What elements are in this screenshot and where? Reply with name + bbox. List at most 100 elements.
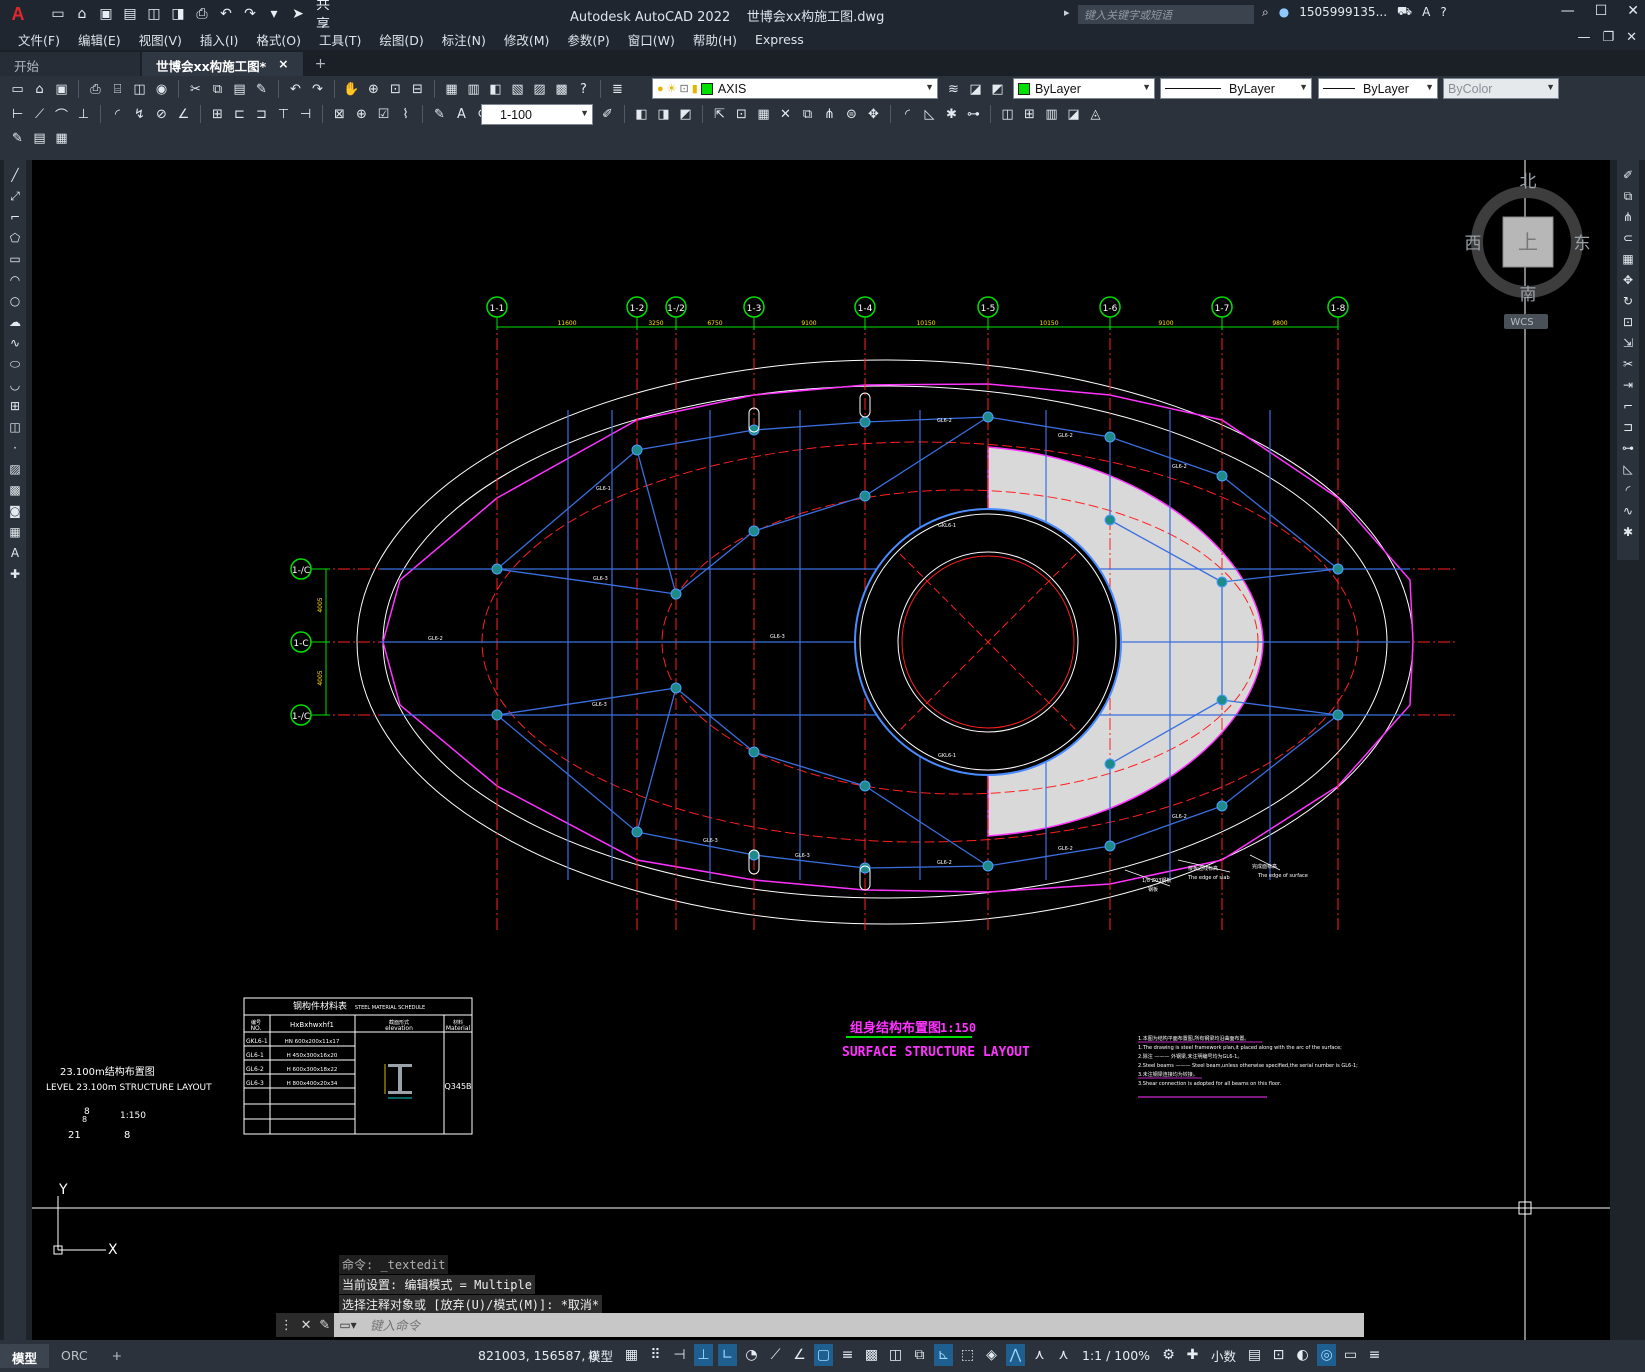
help-search-input[interactable]: 键入关键字或短语 xyxy=(1078,5,1254,24)
trim-icon[interactable]: ✂ xyxy=(1619,355,1637,373)
minimize-icon[interactable]: — xyxy=(1561,3,1575,19)
plot-icon[interactable]: ⎙ xyxy=(86,80,105,99)
add-selected-icon[interactable]: ✚ xyxy=(6,565,24,583)
save-icon[interactable]: ▣ xyxy=(52,80,71,99)
save-as-icon[interactable]: ▤ xyxy=(120,4,140,24)
menu-insert[interactable]: 插入(I) xyxy=(200,30,238,49)
linear-dim-icon[interactable]: ⊢ xyxy=(8,105,27,124)
paste-icon[interactable]: ▤ xyxy=(230,80,249,99)
mirror-icon[interactable]: ⋔ xyxy=(820,105,839,124)
share-label[interactable]: 共享 xyxy=(316,0,336,33)
tab-layout-orc[interactable]: ORC xyxy=(49,1344,100,1368)
user-account[interactable]: 1505999135... xyxy=(1299,5,1387,19)
diameter-dim-icon[interactable]: ⊘ xyxy=(152,105,171,124)
compass-north[interactable]: 北 xyxy=(1520,172,1537,192)
match-prop-icon[interactable]: ✎ xyxy=(252,80,271,99)
line-icon[interactable]: ╱ xyxy=(6,166,24,184)
xline-icon[interactable]: ⤢ xyxy=(6,187,24,205)
join-icon[interactable]: ⊶ xyxy=(1619,439,1637,457)
draworder-front-icon[interactable]: ◧ xyxy=(632,105,651,124)
erase-icon[interactable]: ✐ xyxy=(1619,166,1637,184)
tab-drawing[interactable]: 世博会xx构施工图* × xyxy=(142,52,303,76)
cart-icon[interactable]: ⛟ xyxy=(1397,4,1412,20)
command-prompt-icon[interactable]: ▭▾ xyxy=(334,1316,362,1334)
compass-west[interactable]: 西 xyxy=(1465,234,1482,254)
gradient-icon[interactable]: ▩ xyxy=(6,481,24,499)
break-point-icon[interactable]: ⌐ xyxy=(1619,397,1637,415)
zoom-realtime-icon[interactable]: ⊕ xyxy=(364,80,383,99)
redo-icon[interactable]: ↷ xyxy=(308,80,327,99)
menu-window[interactable]: 窗口(W) xyxy=(628,30,675,49)
layer-dropdown[interactable]: ● ☀ ⊡ ▮ AXIS ▼ xyxy=(652,78,938,99)
lineweight-dropdown[interactable]: ByLayer ▼ xyxy=(1318,78,1438,99)
zoom-previous-icon[interactable]: ⊟ xyxy=(408,80,427,99)
grid-icon[interactable]: ▦ xyxy=(622,1344,641,1366)
publish-3d-icon[interactable]: ◉ xyxy=(152,80,171,99)
jogged-dim-icon[interactable]: ↯ xyxy=(130,105,149,124)
search-expand-icon[interactable]: ▸ xyxy=(1064,6,1070,19)
model-space-toggle[interactable]: 模型 xyxy=(584,1344,617,1366)
compass-south[interactable]: 南 xyxy=(1520,285,1537,305)
snap-icon[interactable]: ⠿ xyxy=(646,1344,665,1366)
fillet-icon[interactable]: ◜ xyxy=(898,105,917,124)
polygon-icon[interactable]: ⬠ xyxy=(6,229,24,247)
help-icon[interactable]: ? xyxy=(574,80,593,99)
maximize-icon[interactable]: ☐ xyxy=(1595,3,1608,19)
dynamic-input-icon[interactable]: ⊥ xyxy=(694,1344,714,1366)
quick-properties-icon[interactable]: ▤ xyxy=(1245,1344,1264,1366)
mtext-icon[interactable]: A xyxy=(6,544,24,562)
rotate-icon[interactable]: ↻ xyxy=(1619,292,1637,310)
layer-manager-icon[interactable]: ≣ xyxy=(608,80,627,99)
baseline-dim-icon[interactable]: ⊏ xyxy=(230,105,249,124)
lineweight-icon[interactable]: ≡ xyxy=(838,1344,857,1366)
hatch-icon[interactable]: ▨ xyxy=(6,460,24,478)
doc-minimize-icon[interactable]: — xyxy=(1577,30,1590,45)
design-center-icon[interactable]: ▥ xyxy=(464,80,483,99)
linetype-dropdown[interactable]: ByLayer ▼ xyxy=(1160,78,1312,99)
explode-icon[interactable]: ✱ xyxy=(1619,523,1637,541)
menu-file[interactable]: 文件(F) xyxy=(18,30,60,49)
extend-icon[interactable]: ⇥ xyxy=(1619,376,1637,394)
spline-icon[interactable]: ∿ xyxy=(6,334,24,352)
aligned-dim-icon[interactable]: ⟋ xyxy=(30,105,49,124)
tab-start[interactable]: 开始 xyxy=(0,52,140,76)
cut-icon[interactable]: ✂ xyxy=(186,80,205,99)
graphics-performance-icon[interactable]: ◎ xyxy=(1317,1344,1337,1366)
undo-icon[interactable]: ↶ xyxy=(286,80,305,99)
point-icon[interactable]: · xyxy=(6,439,24,457)
menu-help[interactable]: 帮助(H) xyxy=(693,30,737,49)
attribute-icon[interactable]: ▥ xyxy=(1042,105,1061,124)
stretch-icon[interactable]: ⇱ xyxy=(710,105,729,124)
add-layout-icon[interactable]: + xyxy=(100,1344,134,1368)
selection-cycling-icon[interactable]: ◫ xyxy=(886,1344,905,1366)
explode-icon[interactable]: ✱ xyxy=(942,105,961,124)
dim-space-icon[interactable]: ⊤ xyxy=(274,105,293,124)
lock-ui-icon[interactable]: ⊡ xyxy=(1269,1344,1288,1366)
3d-osnap-icon[interactable]: ⧉ xyxy=(910,1344,929,1366)
polyline-icon[interactable]: ⌐ xyxy=(6,208,24,226)
help-icon[interactable]: ? xyxy=(1440,5,1446,19)
units-value[interactable]: 小数 xyxy=(1207,1344,1240,1366)
annotation-scale-dropdown[interactable]: 1-100 ▼ xyxy=(481,104,593,125)
arc-icon[interactable]: ◠ xyxy=(6,271,24,289)
move-icon[interactable]: ✥ xyxy=(1619,271,1637,289)
ellipse-arc-icon[interactable]: ◡ xyxy=(6,376,24,394)
dim-style-icon[interactable]: ✐ xyxy=(598,105,617,124)
stretch-icon[interactable]: ⇲ xyxy=(1619,334,1637,352)
menu-draw[interactable]: 绘图(D) xyxy=(379,30,423,49)
scale-icon[interactable]: ⊡ xyxy=(732,105,751,124)
offset-icon[interactable]: ⊂ xyxy=(1619,229,1637,247)
annotation-monitor-icon[interactable]: ✚ xyxy=(1183,1344,1202,1366)
tab-close-icon[interactable]: × xyxy=(278,56,288,72)
selection-filter-icon[interactable]: ⬚ xyxy=(958,1344,977,1366)
plotstyle-dropdown[interactable]: ByColor ▼ xyxy=(1443,78,1559,99)
doc-close-icon[interactable]: ✕ xyxy=(1626,30,1637,45)
mirror-icon[interactable]: ⋔ xyxy=(1619,208,1637,226)
menu-express[interactable]: Express xyxy=(755,32,804,47)
workspace-gear-icon[interactable]: ⚙ xyxy=(1159,1344,1178,1366)
dim-text-edit-icon[interactable]: A xyxy=(452,105,471,124)
share-icon[interactable]: ➤ xyxy=(288,4,308,24)
tolerance-icon[interactable]: ⊠ xyxy=(330,105,349,124)
arc-length-icon[interactable]: ⌒ xyxy=(52,105,71,124)
dim-edit-icon[interactable]: ✎ xyxy=(430,105,449,124)
